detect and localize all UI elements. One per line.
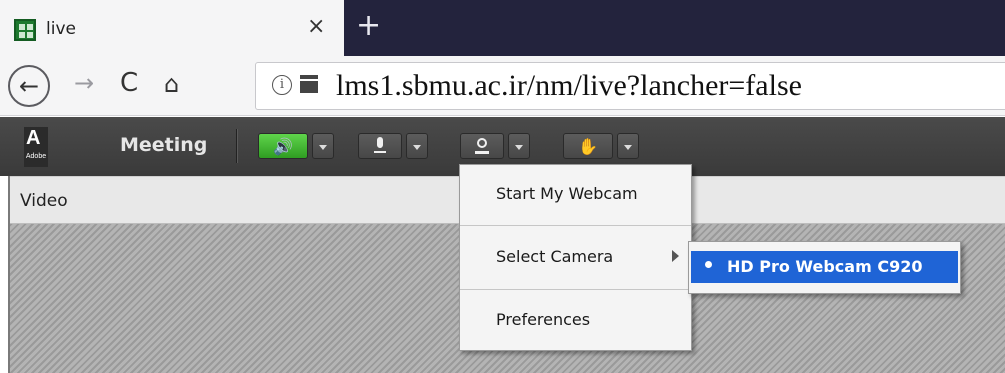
- webcam-menu: Start My Webcam Select Camera Preference…: [459, 164, 692, 351]
- menu-item-start-webcam[interactable]: Start My Webcam: [460, 165, 691, 223]
- menu-divider: [460, 225, 691, 226]
- menu-item-preferences[interactable]: Preferences: [460, 291, 691, 349]
- address-bar[interactable]: i lms1.sbmu.ac.ir/nm/live?lancher=false: [255, 62, 1005, 110]
- camera-option-hd-pro-webcam[interactable]: HD Pro Webcam C920: [691, 251, 958, 283]
- browser-toolbar: ← → C ⌂ i lms1.sbmu.ac.ir/nm/live?lanche…: [0, 56, 1005, 116]
- adobe-logo: A Adobe: [24, 127, 48, 167]
- meeting-menu[interactable]: Meeting: [120, 134, 207, 156]
- menu-item-label: Preferences: [496, 310, 591, 329]
- menu-item-select-camera[interactable]: Select Camera: [460, 228, 691, 286]
- tab-title: live: [46, 19, 76, 39]
- toolbar-divider: [236, 129, 237, 163]
- speaker-button[interactable]: 🔊: [258, 133, 308, 159]
- menu-item-label: Select Camera: [496, 247, 614, 266]
- camera-option-label: HD Pro Webcam C920: [727, 257, 923, 276]
- tab-close-button[interactable]: ×: [307, 14, 325, 39]
- page-icon: [300, 75, 318, 93]
- microphone-button[interactable]: [358, 133, 402, 159]
- info-icon[interactable]: i: [272, 75, 292, 95]
- home-button[interactable]: ⌂: [164, 70, 179, 98]
- adobe-logo-word: Adobe: [25, 153, 47, 160]
- speaker-dropdown[interactable]: [312, 133, 334, 159]
- url-text[interactable]: lms1.sbmu.ac.ir/nm/live?lancher=false: [336, 69, 802, 103]
- webcam-button[interactable]: [460, 133, 504, 159]
- back-button[interactable]: ←: [8, 65, 50, 107]
- submenu-arrow-icon: [672, 250, 679, 262]
- favicon-icon: [14, 19, 36, 41]
- pod-title: Video: [20, 191, 68, 211]
- webcam-icon: [474, 138, 490, 154]
- menu-divider: [460, 289, 691, 290]
- raise-hand-icon: ✋: [578, 136, 598, 156]
- forward-button[interactable]: →: [74, 69, 94, 97]
- microphone-dropdown[interactable]: [406, 133, 428, 159]
- webcam-dropdown[interactable]: [508, 133, 530, 159]
- speaker-icon: 🔊: [273, 136, 293, 156]
- menu-item-label: Start My Webcam: [496, 184, 638, 203]
- reload-button[interactable]: C: [120, 68, 138, 98]
- browser-tab[interactable]: live ×: [0, 0, 344, 56]
- adobe-logo-mark: A: [26, 127, 41, 149]
- microphone-icon: [373, 137, 387, 155]
- selected-bullet-icon: [705, 261, 712, 268]
- new-tab-button[interactable]: +: [356, 8, 381, 44]
- raise-hand-dropdown[interactable]: [617, 133, 639, 159]
- raise-hand-button[interactable]: ✋: [563, 133, 613, 159]
- camera-submenu: HD Pro Webcam C920: [688, 241, 961, 294]
- browser-tab-strip: live × +: [0, 0, 1005, 56]
